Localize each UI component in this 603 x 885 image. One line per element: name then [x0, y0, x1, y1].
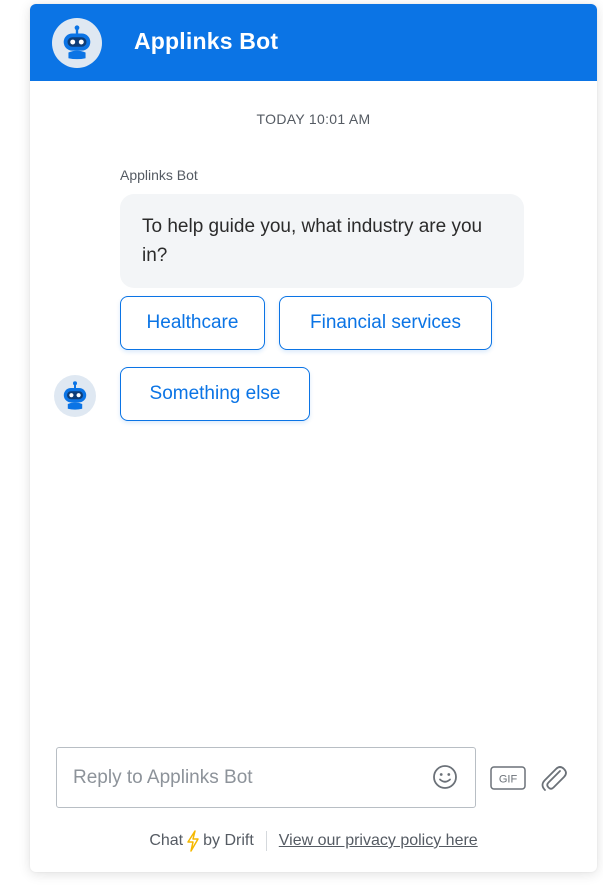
gif-icon[interactable]: GIF	[490, 766, 526, 790]
emoji-icon[interactable]	[432, 764, 458, 790]
chat-widget: Applinks Bot TODAY 10:01 AM Applinks Bot…	[30, 4, 597, 872]
robot-icon	[63, 25, 91, 60]
bot-message-avatar	[54, 375, 96, 417]
option-financial-services-button[interactable]: Financial services	[279, 296, 492, 350]
reply-input[interactable]	[71, 748, 415, 808]
footer-by-drift: by Drift	[203, 832, 254, 849]
paperclip-icon[interactable]	[538, 763, 570, 795]
privacy-policy-link[interactable]: View our privacy policy here	[279, 832, 478, 850]
lightning-bolt-icon	[187, 830, 199, 852]
footer: Chat by Drift View our privacy policy he…	[30, 830, 597, 852]
robot-icon	[63, 381, 87, 410]
sender-name: Applinks Bot	[120, 167, 198, 183]
chat-header: Applinks Bot	[30, 4, 597, 81]
option-something-else-button[interactable]: Something else	[120, 367, 310, 421]
message-timestamp: TODAY 10:01 AM	[256, 111, 371, 127]
bot-message-bubble: To help guide you, what industry are you…	[120, 194, 524, 288]
gif-label: GIF	[499, 774, 518, 786]
footer-chat-label: Chat	[149, 832, 184, 849]
footer-divider	[265, 831, 267, 851]
reply-box	[56, 747, 476, 808]
bot-avatar	[52, 18, 102, 68]
header-title: Applinks Bot	[134, 28, 279, 54]
option-healthcare-button[interactable]: Healthcare	[120, 296, 265, 350]
